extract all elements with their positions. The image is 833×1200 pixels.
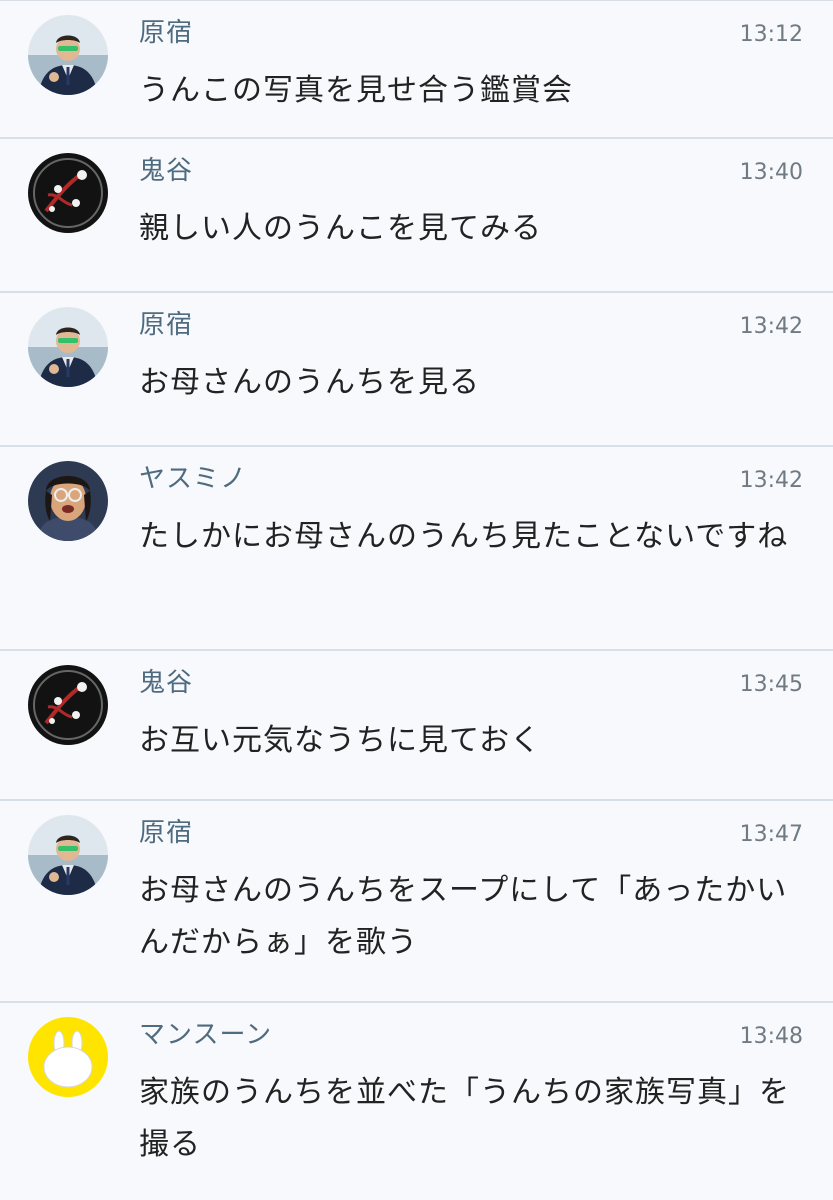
message-item[interactable]: 鬼谷 13:40 親しい人のうんこを見てみる [0, 139, 833, 293]
rabbit-avatar-icon [28, 1017, 108, 1097]
message-time: 13:42 [739, 468, 803, 493]
man-suit-avatar[interactable] [28, 15, 108, 95]
message-feed: 原宿 13:12 うんこの写真を見せ合う鑑賞会 鬼谷 13:40 親しい人のうん… [0, 0, 833, 1200]
man-suit-avatar[interactable] [28, 815, 108, 895]
plum-blossom-avatar-icon [28, 665, 108, 745]
message-time: 13:47 [739, 822, 803, 847]
glasses-face-avatar[interactable] [28, 461, 108, 541]
man-suit-avatar-icon [28, 307, 108, 387]
man-suit-avatar-icon [28, 815, 108, 895]
message-item[interactable]: マンスーン 13:48 家族のうんちを並べた「うんちの家族写真」を撮る [0, 1003, 833, 1200]
message-time: 13:45 [739, 672, 803, 697]
message-item[interactable]: 原宿 13:12 うんこの写真を見せ合う鑑賞会 [0, 1, 833, 139]
message-time: 13:12 [739, 22, 803, 47]
message-item[interactable]: 原宿 13:42 お母さんのうんちを見る [0, 293, 833, 447]
message-item[interactable]: ヤスミノ 13:42 たしかにお母さんのうんち見たことないですね [0, 447, 833, 651]
message-author: ヤスミノ [139, 464, 248, 494]
message-time: 13:42 [739, 314, 803, 339]
message-author: 原宿 [139, 310, 194, 340]
message-text: 家族のうんちを並べた「うんちの家族写真」を撮る [139, 1075, 790, 1162]
message-item[interactable]: 原宿 13:47 お母さんのうんちをスープにして「あったかいんだからぁ」を歌う [0, 801, 833, 1003]
message-text: 親しい人のうんこを見てみる [139, 211, 542, 246]
message-item[interactable]: 鬼谷 13:45 お互い元気なうちに見ておく [0, 651, 833, 801]
message-author: 鬼谷 [139, 156, 194, 186]
plum-blossom-avatar[interactable] [28, 153, 108, 233]
plum-blossom-avatar[interactable] [28, 665, 108, 745]
message-text: たしかにお母さんのうんち見たことないですね [139, 519, 789, 554]
man-suit-avatar-icon [28, 15, 108, 95]
plum-blossom-avatar-icon [28, 153, 108, 233]
message-text: お互い元気なうちに見ておく [139, 723, 542, 758]
message-author: 鬼谷 [139, 668, 194, 698]
message-author: マンスーン [139, 1020, 273, 1050]
message-time: 13:40 [739, 160, 803, 185]
message-author: 原宿 [139, 18, 194, 48]
message-author: 原宿 [139, 818, 194, 848]
message-text: お母さんのうんちをスープにして「あったかいんだからぁ」を歌う [139, 873, 788, 960]
message-text: お母さんのうんちを見る [139, 365, 480, 400]
message-time: 13:48 [739, 1024, 803, 1049]
man-suit-avatar[interactable] [28, 307, 108, 387]
glasses-face-avatar-icon [28, 461, 108, 541]
rabbit-avatar[interactable] [28, 1017, 108, 1097]
message-text: うんこの写真を見せ合う鑑賞会 [139, 73, 573, 108]
